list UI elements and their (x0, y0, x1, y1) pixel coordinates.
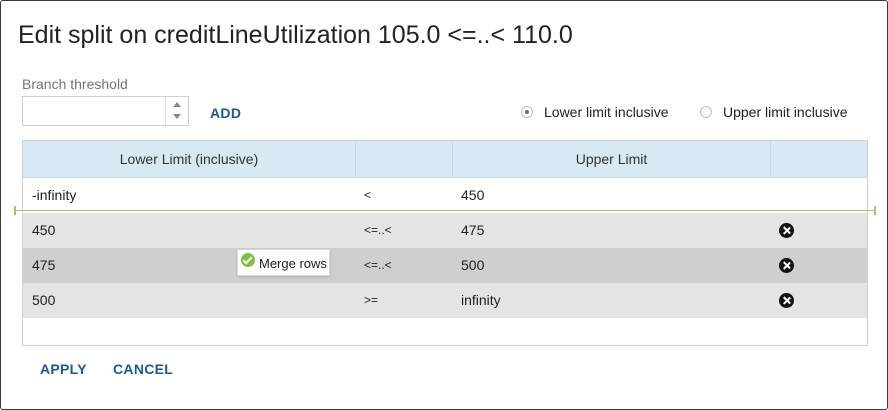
lower-limit-inclusive-radio[interactable]: Lower limit inclusive (521, 103, 668, 121)
delete-row-icon[interactable] (779, 223, 794, 238)
split-handle-right-icon[interactable] (872, 206, 878, 215)
dialog-title: Edit split on creditLineUtilization 105.… (18, 21, 573, 49)
spinner-down-icon[interactable] (166, 111, 188, 125)
branch-threshold-input[interactable] (23, 97, 166, 125)
merge-rows-button[interactable]: Merge rows (237, 249, 330, 276)
split-table: Lower Limit (inclusive) Upper Limit -inf… (22, 140, 868, 346)
header-operator (356, 141, 453, 177)
table-row: 500 >= infinity (23, 283, 867, 318)
cell-upper[interactable]: 450 (461, 178, 484, 213)
cell-operator: <=..< (364, 223, 392, 237)
header-upper-limit: Upper Limit (453, 141, 771, 177)
cell-operator: >= (364, 293, 379, 307)
cell-upper[interactable]: 500 (461, 248, 484, 283)
delete-row-icon[interactable] (779, 258, 794, 273)
cell-operator: < (364, 188, 372, 202)
cell-lower[interactable]: 475 (32, 248, 55, 283)
merge-rows-label: Merge rows (259, 256, 327, 271)
lower-limit-inclusive-label: Lower limit inclusive (544, 104, 669, 120)
add-threshold-button[interactable]: ADD (210, 105, 241, 121)
table-row: -infinity < 450 (23, 178, 867, 213)
cell-lower[interactable]: 450 (32, 213, 55, 248)
apply-button[interactable]: APPLY (40, 361, 87, 377)
check-circle-icon (241, 253, 255, 267)
table-header: Lower Limit (inclusive) Upper Limit (23, 141, 867, 178)
cancel-button[interactable]: CANCEL (113, 361, 173, 377)
upper-limit-inclusive-label: Upper limit inclusive (723, 104, 848, 120)
header-lower-limit: Lower Limit (inclusive) (23, 141, 356, 177)
header-actions (771, 141, 867, 177)
cell-lower: -infinity (32, 187, 77, 203)
edit-split-dialog: Edit split on creditLineUtilization 105.… (0, 0, 888, 410)
cell-upper: infinity (461, 292, 501, 308)
cell-lower[interactable]: 500 (32, 283, 55, 318)
branch-threshold-label: Branch threshold (22, 76, 128, 92)
cell-operator: <=..< (364, 258, 392, 272)
split-drag-line[interactable] (15, 210, 875, 211)
upper-limit-inclusive-radio[interactable]: Upper limit inclusive (700, 103, 847, 121)
cell-upper[interactable]: 475 (461, 213, 484, 248)
branch-threshold-spinner (22, 96, 189, 126)
split-handle-left-icon[interactable] (12, 206, 18, 215)
radio-checked-icon (521, 106, 533, 118)
delete-row-icon[interactable] (779, 293, 794, 308)
spinner-buttons (166, 97, 188, 125)
radio-unchecked-icon (700, 106, 712, 118)
table-row: 475 <=..< 500 (23, 248, 867, 283)
table-row: 450 <=..< 475 (23, 213, 867, 248)
spinner-up-icon[interactable] (166, 97, 188, 111)
